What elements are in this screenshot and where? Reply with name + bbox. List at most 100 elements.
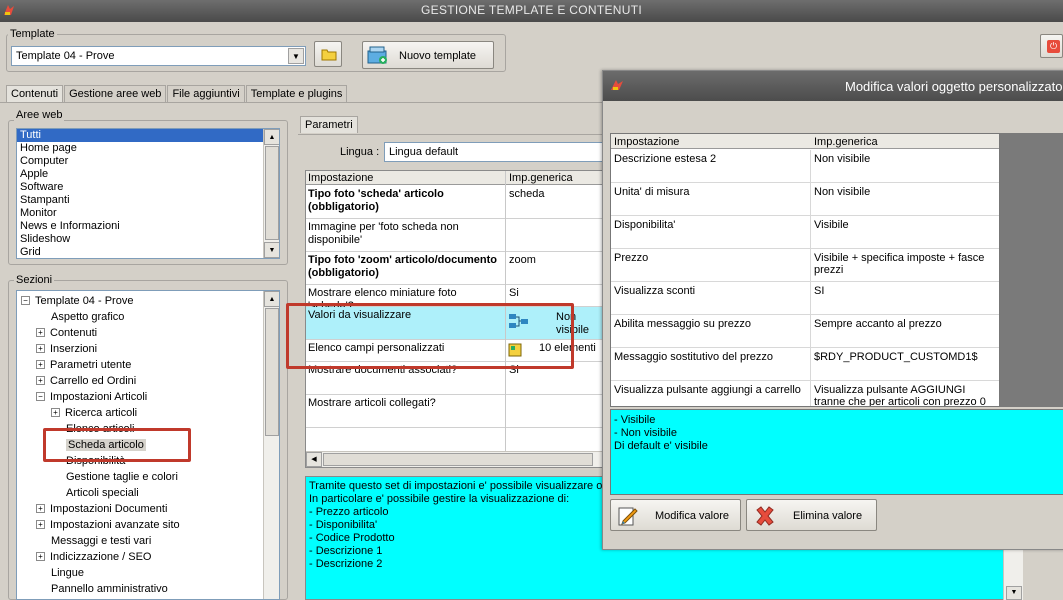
aree-web-scrollbar[interactable]: ▲ ▼ <box>263 129 279 258</box>
parametri-row[interactable]: Tipo foto 'zoom' articolo/documento (obb… <box>306 252 604 285</box>
folder-button[interactable] <box>314 41 342 67</box>
tree-node[interactable]: Messaggi e testi vari <box>36 533 151 549</box>
parametri-hscroll[interactable]: ◀ <box>306 451 604 467</box>
parametri-row-value[interactable]: scheda <box>509 188 544 201</box>
new-template-icon <box>367 45 389 68</box>
tree-node[interactable]: − Impostazioni Articoli <box>36 389 147 405</box>
dialog-row-value[interactable]: Non visibile <box>814 186 998 212</box>
parametri-row-value[interactable]: Si <box>509 287 519 300</box>
template-select[interactable]: Template 04 - Prove ▼ <box>11 46 306 66</box>
tree-node[interactable]: Aspetto grafico <box>36 309 124 325</box>
expander-icon[interactable]: − <box>21 295 30 305</box>
annotation-valori-da-visualizzare <box>286 303 574 369</box>
dialog-row-value[interactable]: $RDY_PRODUCT_CUSTOMD1$ <box>814 351 998 377</box>
tree-node-label: Impostazioni Articoli <box>50 391 148 403</box>
dialog-row-value[interactable]: SI <box>814 285 998 311</box>
tab-parametri[interactable]: Parametri <box>300 116 358 133</box>
tree-node[interactable]: Gestione taglie e colori <box>51 469 178 485</box>
expander-icon[interactable]: + <box>36 503 45 513</box>
aree-web-item[interactable]: Slideshow <box>17 233 279 246</box>
chevron-down-icon[interactable]: ▼ <box>288 48 304 64</box>
aree-web-item[interactable]: Apple <box>17 168 279 181</box>
new-template-label: Nuovo template <box>399 50 477 62</box>
aree-web-item[interactable]: News e Informazioni <box>17 220 279 233</box>
scroll-up-icon[interactable]: ▲ <box>264 291 279 307</box>
elimina-valore-button[interactable]: Elimina valore <box>746 499 877 531</box>
dialog-row[interactable]: Abilita messaggio su prezzo Sempre accant… <box>611 315 999 348</box>
aree-web-item[interactable]: Stampanti <box>17 194 279 207</box>
sezioni-label: Sezioni <box>14 274 55 286</box>
sezioni-scrollbar[interactable]: ▲ <box>263 291 279 599</box>
tab-template-plugins[interactable]: Template e plugins <box>245 85 348 102</box>
expander-icon[interactable]: + <box>51 407 60 417</box>
scroll-thumb[interactable] <box>265 146 279 240</box>
tree-node[interactable]: + Ricerca articoli <box>51 405 137 421</box>
aree-web-item[interactable]: Tutti <box>17 129 279 142</box>
expander-icon[interactable]: + <box>36 519 45 529</box>
dialog-row[interactable]: Messaggio sostitutivo del prezzo $RDY_PRO… <box>611 348 999 381</box>
dialog-row[interactable]: Visualizza sconti SI <box>611 282 999 315</box>
aree-web-list[interactable]: Tutti Home page Computer Apple Software Stamp… <box>16 128 280 259</box>
new-template-button[interactable]: Nuovo template <box>362 41 494 69</box>
tree-node-label: Messaggi e testi vari <box>51 535 152 547</box>
tab-contenuti[interactable]: Contenuti <box>6 85 64 102</box>
dialog-row-value[interactable]: Visualizza pulsante AGGIUNGI tranne che … <box>814 384 998 406</box>
expander-icon[interactable]: + <box>36 327 45 337</box>
parametri-row[interactable]: Mostrare articoli collegati? <box>306 395 604 428</box>
expander-icon[interactable]: + <box>36 359 45 369</box>
scroll-left-icon[interactable]: ◀ <box>306 452 322 467</box>
expander-icon[interactable]: − <box>36 391 45 401</box>
scroll-down-icon[interactable]: ▼ <box>264 242 279 258</box>
aree-web-label: Aree web <box>14 109 65 121</box>
dialog-row-value[interactable]: Non visibile <box>814 153 998 179</box>
aree-web-item[interactable]: Computer <box>17 155 279 168</box>
modifica-valore-button[interactable]: Modifica valore <box>610 499 741 531</box>
tree-node[interactable]: Lingue <box>36 565 84 581</box>
dialog-row[interactable]: Disponibilita' Visibile <box>611 216 999 249</box>
aree-web-item[interactable]: Home page <box>17 142 279 155</box>
tree-node[interactable]: + Impostazioni avanzate sito <box>36 517 180 533</box>
parametri-row[interactable]: Immagine per 'foto scheda non disponibil… <box>306 219 604 252</box>
tree-node[interactable]: + Parametri utente <box>36 357 131 373</box>
parametri-row-name: Tipo foto 'scheda' articolo (obbligatori… <box>308 188 444 213</box>
aree-web-item[interactable]: Grid <box>17 246 279 258</box>
scroll-up-icon[interactable]: ▲ <box>264 129 279 145</box>
tab-file-aggiuntivi[interactable]: File aggiuntivi <box>167 85 245 102</box>
tree-node[interactable]: + Carrello ed Ordini <box>36 373 136 389</box>
tree-node[interactable]: − Template 04 - Prove <box>21 293 133 309</box>
dialog-row-name: Prezzo <box>614 252 649 264</box>
hscroll-thumb[interactable] <box>323 453 593 466</box>
close-app-button[interactable]: ⏻ <box>1040 34 1063 58</box>
dialog-row-value[interactable]: Visibile + specifica imposte + fasce pre… <box>814 252 998 278</box>
tree-node-label: Lingue <box>51 567 85 579</box>
expander-icon[interactable]: + <box>36 375 45 385</box>
dialog-row-value[interactable]: Visibile <box>814 219 998 245</box>
tree-node[interactable]: + Contenuti <box>36 325 97 341</box>
dialog-row[interactable]: Descrizione estesa 2 Non visibile <box>611 150 999 183</box>
aree-web-item[interactable]: Monitor <box>17 207 279 220</box>
aree-web-item[interactable]: Software <box>17 181 279 194</box>
parametri-row-value[interactable]: zoom <box>509 254 536 267</box>
parametri-row-name: Tipo foto 'zoom' articolo/documento (obb… <box>308 254 497 279</box>
tree-node[interactable]: Articoli speciali <box>51 485 139 501</box>
dialog-row[interactable]: Visualizza pulsante aggiungi a carrello V… <box>611 381 999 406</box>
tree-node-label: Impostazioni Documenti <box>50 503 168 515</box>
tree-node[interactable]: + Inserzioni <box>36 341 97 357</box>
tree-node[interactable]: + Impostazioni Documenti <box>36 501 167 517</box>
expander-icon[interactable]: + <box>36 551 45 561</box>
dialog-row-value[interactable]: Sempre accanto al prezzo <box>814 318 998 344</box>
dialog-row-name: Disponibilita' <box>614 219 676 231</box>
tree-node[interactable]: + Indicizzazione / SEO <box>36 549 152 565</box>
dialog-grid[interactable]: Impostazione Imp.generica Descrizione es… <box>610 133 1000 407</box>
dialog-row[interactable]: Unita' di misura Non visibile <box>611 183 999 216</box>
dialog-row[interactable]: Prezzo Visibile + specifica imposte + fas… <box>611 249 999 282</box>
tree-node[interactable]: Pannello amministrativo <box>36 581 168 597</box>
scroll-thumb[interactable] <box>265 308 279 436</box>
expander-icon[interactable]: + <box>36 343 45 353</box>
scroll-down-icon[interactable]: ▼ <box>1006 586 1022 600</box>
dialog-col-imp-generica: Imp.generica <box>814 136 878 148</box>
tab-gestione-aree-web[interactable]: Gestione aree web <box>64 85 167 102</box>
annotation-scheda-articolo <box>43 428 191 462</box>
parametri-row[interactable]: Tipo foto 'scheda' articolo (obbligatori… <box>306 186 604 219</box>
lingua-select[interactable]: Lingua default <box>384 142 614 162</box>
